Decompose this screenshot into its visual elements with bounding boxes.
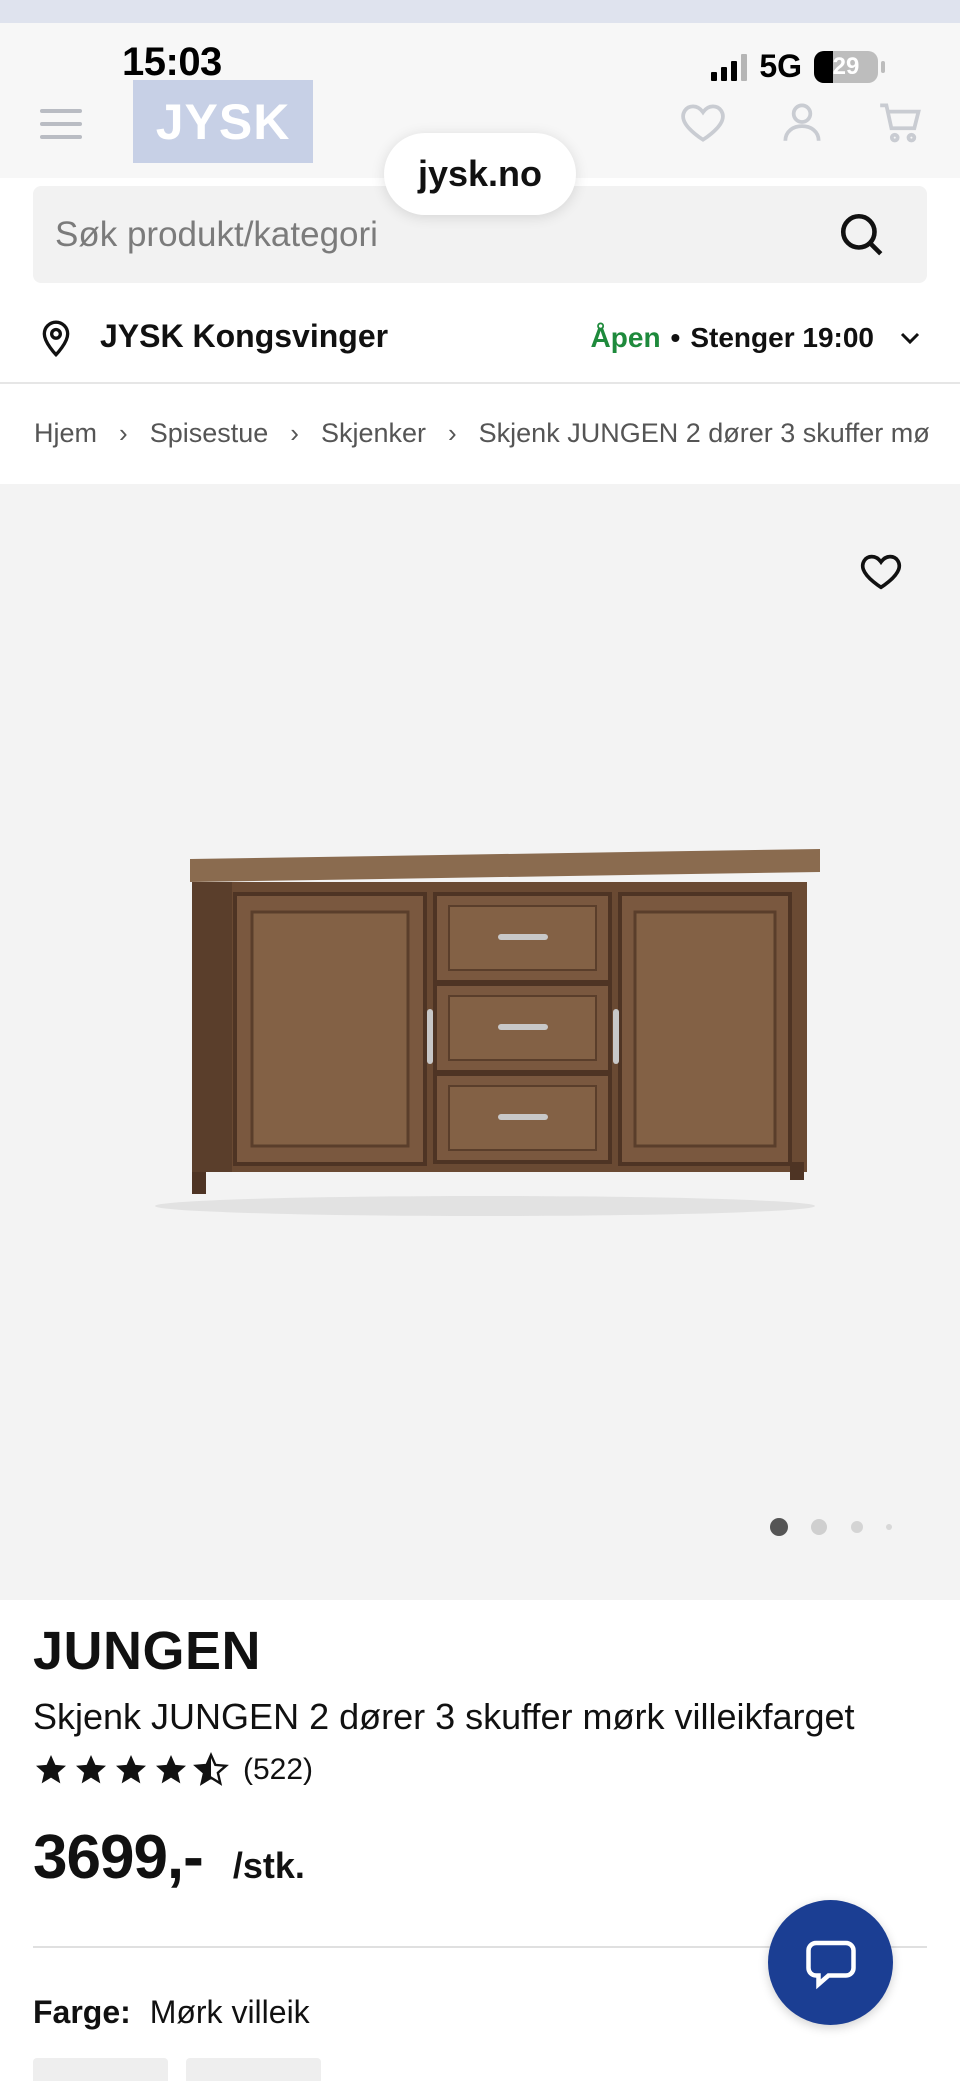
store-closing-time: Stenger 19:00 [690,322,874,353]
star-full-icon [116,1755,146,1784]
pagination-dot[interactable] [886,1524,892,1530]
breadcrumb: Hjem › Spisestue › Skjenker › Skjenk JUN… [34,418,934,449]
color-swatch[interactable] [186,2058,321,2081]
product-gallery[interactable] [0,484,960,1600]
search-placeholder: Søk produkt/kategori [55,214,378,254]
product-image-sideboard [155,849,820,1216]
color-swatch[interactable] [33,2058,168,2081]
product-name: Skjenk JUNGEN 2 dører 3 skuffer mørk vil… [33,1696,855,1737]
battery-icon: 29 [814,50,885,83]
star-half-icon [193,1752,229,1786]
battery-fill [814,50,833,83]
chat-button[interactable] [768,1900,893,2025]
status-separator: • [670,322,681,353]
heart-icon[interactable] [678,97,728,147]
price-value: 3699,- [33,1823,204,1892]
user-icon[interactable] [777,97,827,147]
url-bar[interactable]: jysk.no [384,133,576,215]
color-swatches [33,2058,321,2081]
top-strip [0,0,960,23]
search-icon[interactable] [837,210,887,260]
status-time: 15:03 [122,40,222,84]
store-selector[interactable]: JYSK Kongsvinger Åpen • Stenger 19:00 [0,300,960,384]
breadcrumb-item-spisestue[interactable]: Spisestue [150,418,269,449]
breadcrumb-separator: › [119,418,128,448]
status-indicators: 5G 29 [711,48,885,85]
logo-text: JYSK [155,93,291,150]
menu-icon[interactable] [40,109,82,139]
color-value: Mørk villeik [149,1994,310,2030]
product-brand: JUNGEN [33,1621,262,1681]
gallery-pagination[interactable] [0,1517,960,1537]
pagination-dot[interactable] [811,1519,827,1535]
breadcrumb-separator: › [447,418,457,448]
star-full-icon [36,1755,66,1784]
color-selection: Farge: Mørk villeik [33,1994,310,2031]
product-rating[interactable]: (522) [33,1752,313,1788]
breadcrumb-item-current: Skjenk JUNGEN 2 dører 3 skuffer mø [478,418,930,448]
location-pin-icon [42,320,70,358]
chat-bubble-icon [805,1940,856,1989]
breadcrumb-item-home[interactable]: Hjem [34,418,97,449]
cart-icon[interactable] [876,97,926,147]
signal-icon [711,53,748,81]
chevron-down-icon[interactable] [898,326,922,350]
store-hours: Åpen • Stenger 19:00 [591,322,922,354]
product-price: 3699,- /stk. [33,1822,305,1893]
breadcrumb-separator: › [290,418,299,448]
jysk-logo[interactable]: JYSK [133,80,313,163]
battery-percent: 29 [832,52,860,80]
network-type: 5G [759,48,802,84]
price-unit: /stk. [232,1845,305,1886]
breadcrumb-item-skjenker[interactable]: Skjenker [321,418,426,449]
star-full-icon [76,1755,106,1784]
store-name: JYSK Kongsvinger [100,318,389,354]
review-count[interactable]: (522) [243,1753,313,1787]
favorite-heart-icon[interactable] [858,548,904,594]
pagination-dot[interactable] [851,1521,863,1533]
pagination-dot-active[interactable] [770,1518,788,1536]
star-full-icon [156,1755,186,1784]
color-label: Farge: [33,1994,131,2030]
store-open-status: Åpen [590,322,661,353]
